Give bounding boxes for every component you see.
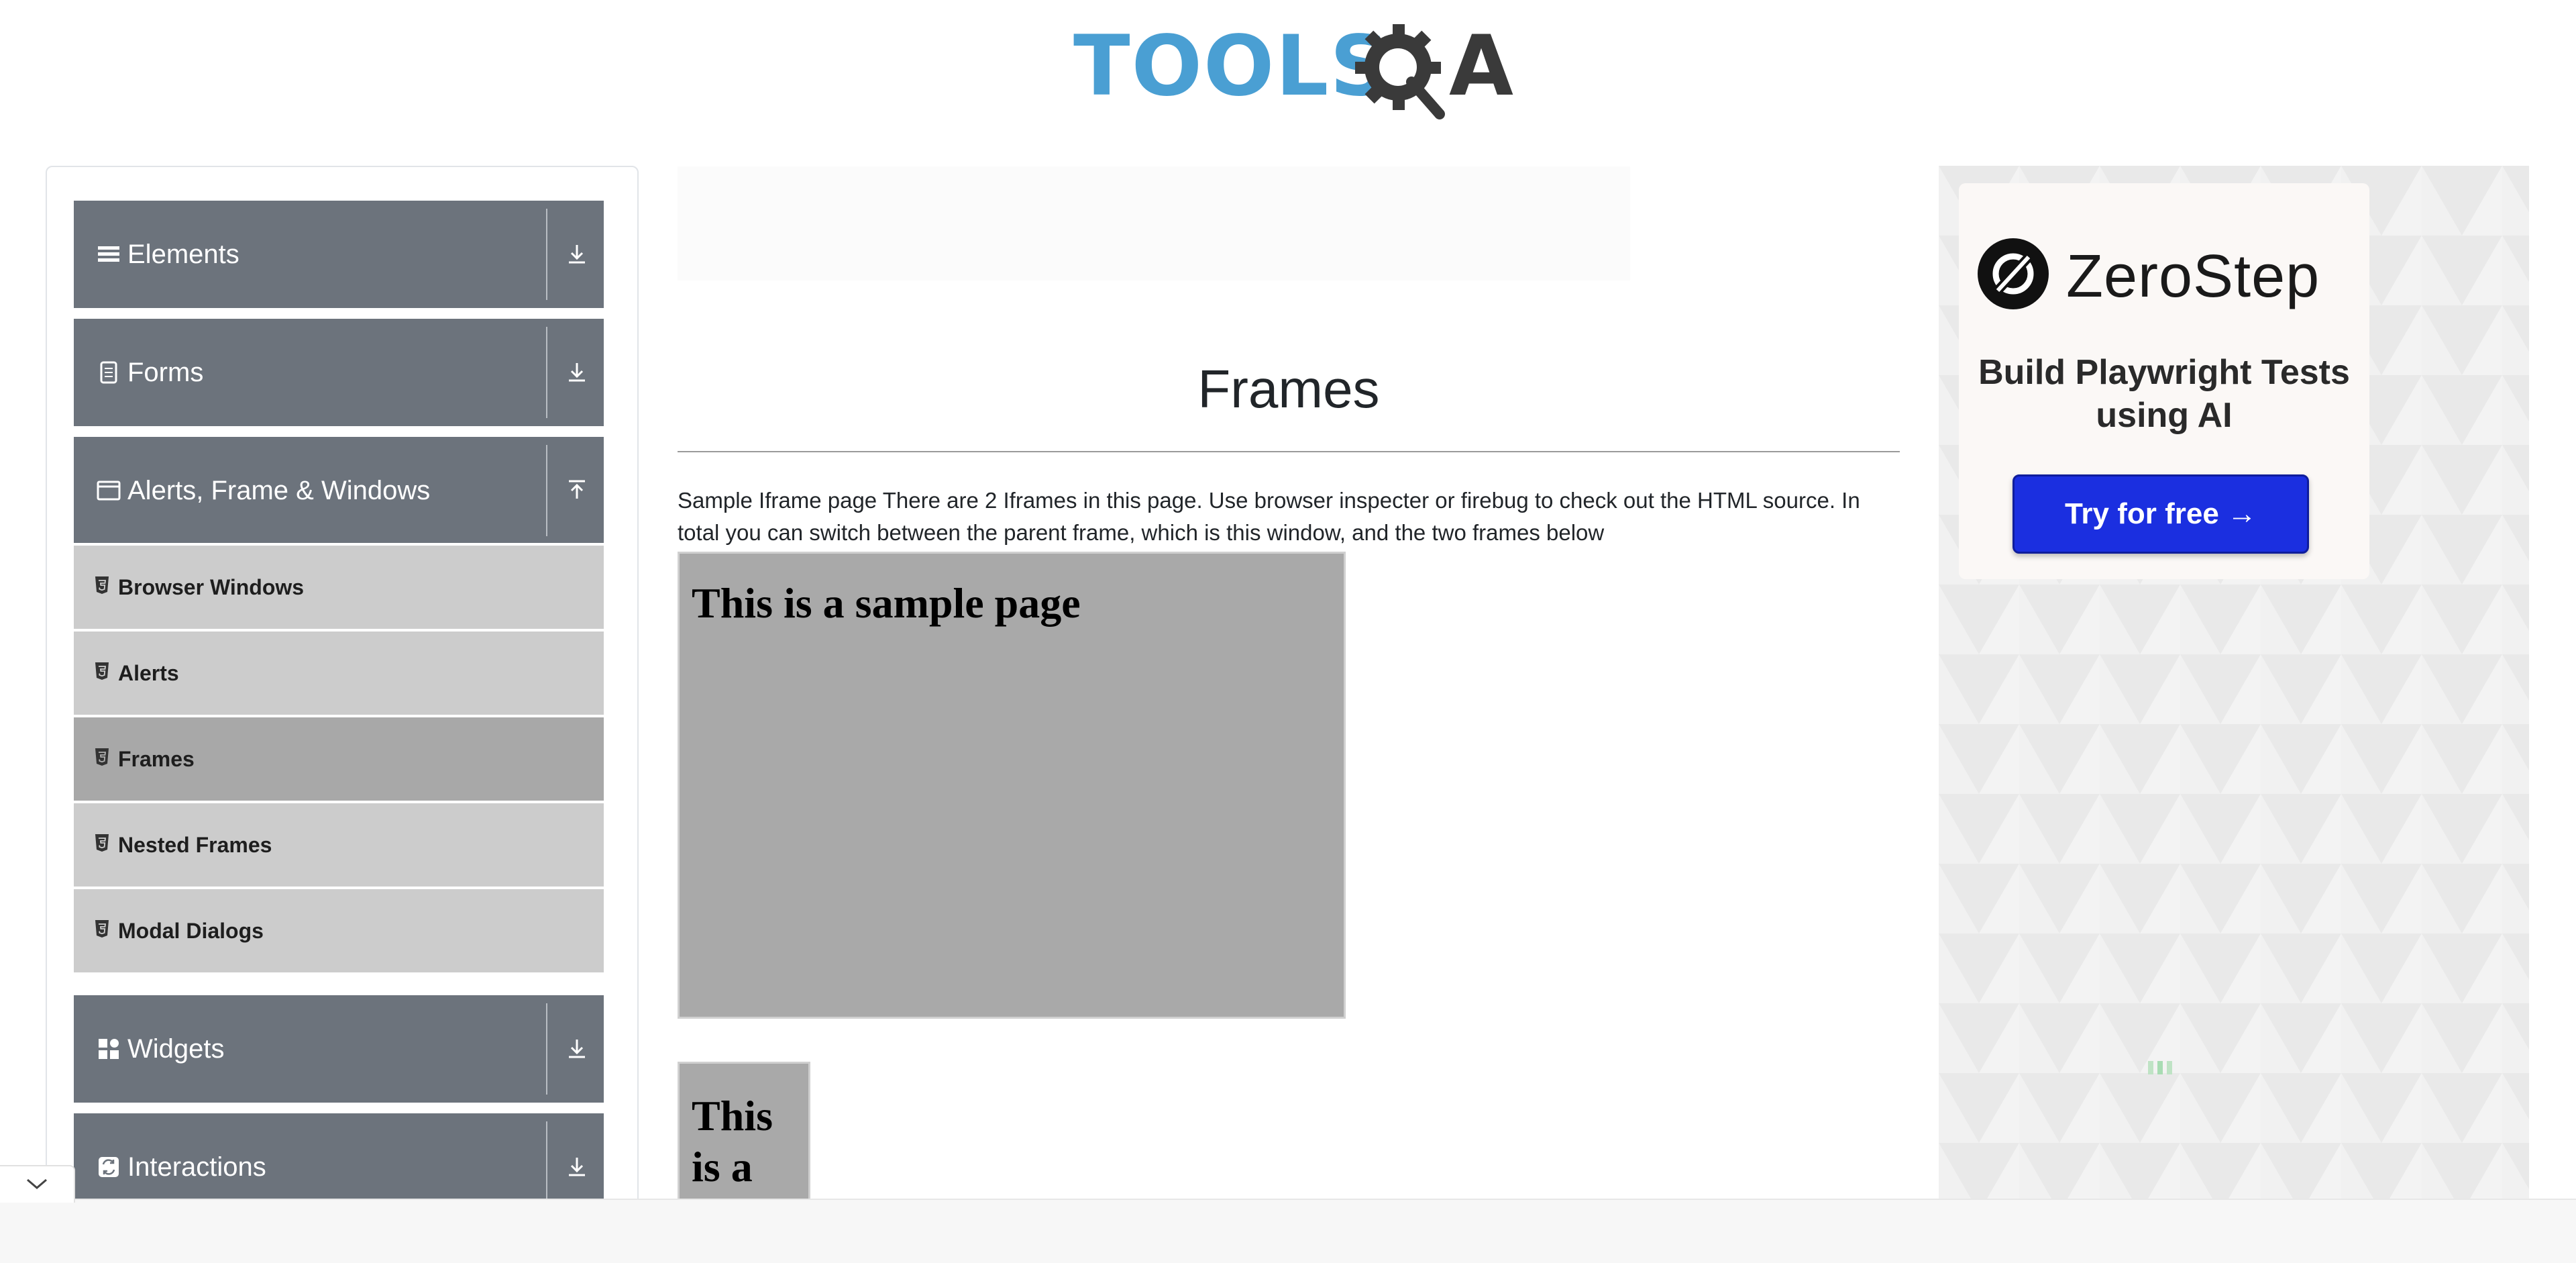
ad-brand-name: ZeroStep (2066, 243, 2320, 310)
ad-banner-placeholder (678, 166, 1630, 281)
title-divider (678, 451, 1900, 452)
sidebar-item-label: Modal Dialogs (118, 919, 264, 943)
sidebar-group-widgets[interactable]: Widgets (74, 995, 604, 1103)
list-icon (98, 246, 119, 262)
chevron-down-icon (27, 1178, 47, 1189)
collapse-bottom-bar-button[interactable] (0, 1165, 75, 1203)
html5-icon (95, 576, 109, 594)
frame-heading: This is a (692, 1092, 773, 1191)
sidebar-group-elements[interactable]: Elements (74, 201, 604, 308)
toolsqa-logo[interactable]: TOOLS A (1073, 18, 1513, 121)
divider (546, 1003, 547, 1095)
logo-text-a: A (1449, 18, 1513, 115)
window-icon (97, 481, 121, 501)
frame-heading: This is a sample page (692, 579, 1081, 627)
download-icon[interactable] (564, 1154, 590, 1180)
intro-text: Sample Iframe page There are 2 Iframes i… (678, 488, 1860, 545)
html5-icon (95, 662, 109, 680)
sidebar-group-label: Widgets (127, 1034, 225, 1064)
sidebar-group-forms[interactable]: Forms (74, 319, 604, 426)
page-title: Frames (1197, 359, 1380, 419)
bottom-ad-bar (0, 1199, 2576, 1263)
sidebar: Elements Forms Alerts, Frame & Windows B… (46, 166, 639, 1263)
sidebar-item-alerts[interactable]: Alerts (74, 629, 604, 715)
grid-icon (99, 1039, 119, 1059)
try-for-free-button[interactable]: Try for free → (2012, 474, 2309, 554)
loading-icon (2148, 1061, 2172, 1074)
sidebar-item-nested-frames[interactable]: Nested Frames (74, 801, 604, 887)
sidebar-group-label: Elements (127, 240, 239, 269)
download-icon[interactable] (564, 241, 590, 268)
sidebar-item-frames[interactable]: Frames (74, 715, 604, 801)
html5-icon (95, 834, 109, 852)
document-icon (100, 361, 117, 384)
header: TOOLS A (0, 0, 2576, 134)
interaction-icon (99, 1157, 119, 1177)
sidebar-group-alerts-frame-windows[interactable]: Alerts, Frame & Windows (74, 437, 604, 544)
sidebar-item-modal-dialogs[interactable]: Modal Dialogs (74, 887, 604, 972)
ad-tagline: Build Playwright Tests using AI (1978, 353, 2350, 435)
divider (546, 327, 547, 418)
html5-icon (95, 920, 109, 938)
iframe-large[interactable]: This is a sample page (678, 552, 1346, 1019)
ad-panel[interactable]: ZeroStep Build Playwright Tests using AI… (1939, 166, 2529, 1263)
sidebar-group-label: Alerts, Frame & Windows (127, 476, 431, 505)
logo-text-tools: TOOLS (1073, 18, 1391, 115)
ad-card[interactable]: ZeroStep Build Playwright Tests using AI… (1959, 183, 2369, 579)
zerostep-logo-icon (1978, 238, 2049, 309)
gear-icon (1355, 24, 1445, 119)
sidebar-item-label: Alerts (118, 661, 179, 685)
divider (546, 209, 547, 300)
html5-icon (95, 748, 109, 766)
upload-icon[interactable] (564, 477, 590, 504)
page: TOOLS A Elements Forms Alerts, Frame & W… (0, 0, 2576, 1263)
sidebar-item-label: Frames (118, 747, 195, 771)
sidebar-item-label: Nested Frames (118, 833, 272, 857)
download-icon[interactable] (564, 1035, 590, 1062)
sidebar-item-label: Browser Windows (118, 575, 305, 599)
divider (546, 445, 547, 536)
sidebar-group-label: Forms (127, 358, 204, 387)
download-icon[interactable] (564, 359, 590, 386)
sidebar-item-browser-windows[interactable]: Browser Windows (74, 543, 604, 629)
